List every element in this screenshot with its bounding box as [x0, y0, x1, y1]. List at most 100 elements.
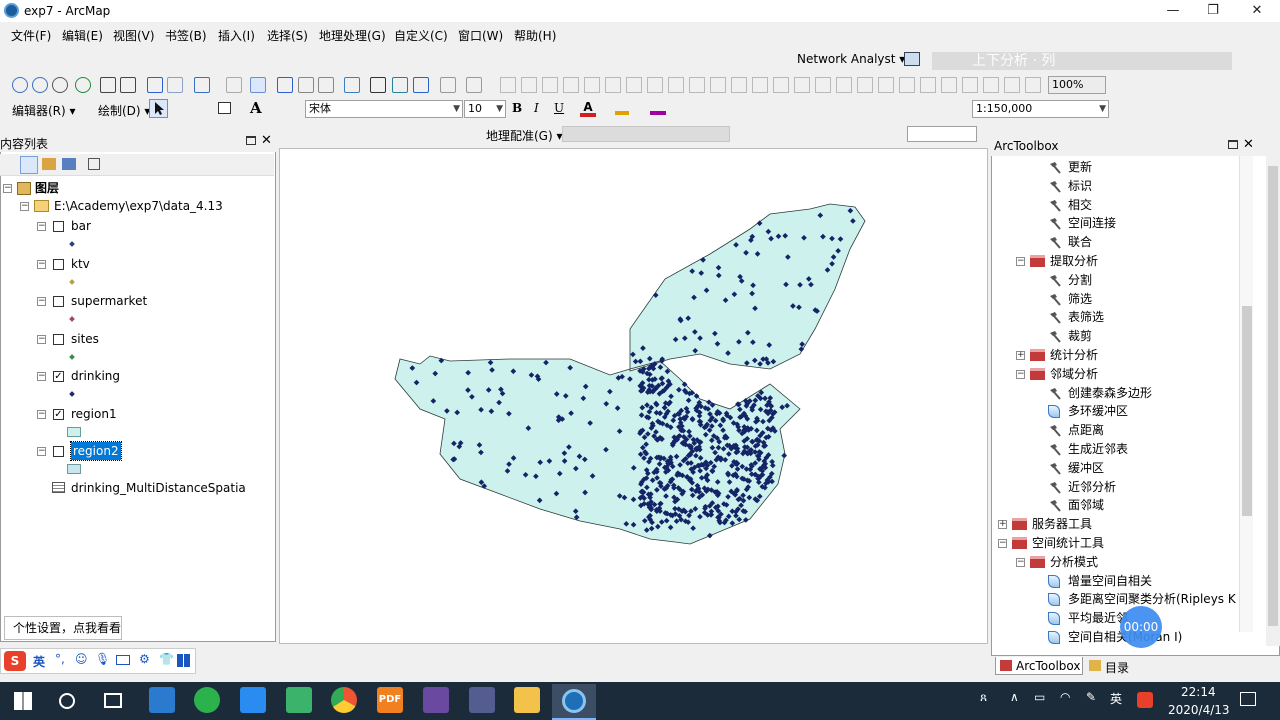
time-slider-icon[interactable]: [440, 77, 456, 93]
scroll-thumb[interactable]: [1242, 306, 1252, 516]
disabled-tool-icon[interactable]: [500, 77, 516, 93]
georeferencing-dropdown[interactable]: 地理配准(G) ▾: [486, 127, 563, 144]
expander-21[interactable]: −: [1016, 557, 1025, 567]
map-horizontal-scrollbar[interactable]: [279, 644, 988, 658]
layer-checkbox-sites[interactable]: [53, 333, 64, 345]
map-canvas[interactable]: [280, 149, 989, 645]
draw-dropdown[interactable]: 绘制(D) ▾: [98, 102, 150, 119]
disabled-tool-icon[interactable]: [941, 77, 957, 93]
disabled-tool-icon[interactable]: [1004, 77, 1020, 93]
arctoolbox-item[interactable]: 创建泰森多边形: [1068, 384, 1152, 403]
minimize-button[interactable]: —: [1158, 2, 1188, 20]
disabled-tool-icon[interactable]: [878, 77, 894, 93]
expander-5[interactable]: −: [1016, 257, 1025, 266]
sogou-logo-icon[interactable]: S: [4, 651, 26, 671]
disabled-tool-icon[interactable]: [668, 77, 684, 93]
clock-time[interactable]: 22:14: [1181, 685, 1216, 699]
layer-expander-ktv[interactable]: −: [37, 259, 46, 269]
notification-icon[interactable]: [1240, 692, 1256, 706]
pen-icon[interactable]: ✎: [1086, 690, 1096, 704]
arctoolbox-item[interactable]: 生成近邻表: [1068, 440, 1128, 459]
network-analyst-dropdown[interactable]: Network Analyst ▾: [797, 52, 905, 66]
arctoolbox-item[interactable]: 空间连接: [1068, 214, 1116, 233]
measure-icon[interactable]: [344, 77, 360, 93]
identify-icon[interactable]: [277, 77, 293, 93]
toc-table[interactable]: drinking_MultiDistanceSpatia: [71, 479, 246, 497]
create-viewer-icon[interactable]: [466, 77, 482, 93]
back-icon[interactable]: [147, 77, 163, 93]
menu-view[interactable]: 视图(V): [113, 27, 155, 44]
line-color-icon[interactable]: [650, 101, 666, 115]
keyboard-icon[interactable]: [116, 655, 130, 665]
disabled-tool-icon[interactable]: [689, 77, 705, 93]
battery-icon[interactable]: ▭: [1034, 690, 1045, 704]
menu-selection[interactable]: 选择(S): [267, 27, 308, 44]
arctoolbox-item[interactable]: 近邻分析: [1068, 478, 1116, 497]
disabled-tool-icon[interactable]: [731, 77, 747, 93]
arctoolbox-item[interactable]: 分割: [1068, 271, 1092, 290]
arctoolbox-item[interactable]: 邻域分析: [1050, 365, 1098, 384]
disabled-tool-icon[interactable]: [962, 77, 978, 93]
sogou-tray-icon[interactable]: [1137, 692, 1153, 708]
list-by-drawing-order-icon[interactable]: [20, 156, 38, 174]
menu-edit[interactable]: 编辑(E): [62, 27, 103, 44]
expander-10[interactable]: +: [1016, 351, 1025, 360]
arctoolbox-item[interactable]: 标识: [1068, 177, 1092, 196]
select-features-icon[interactable]: [194, 77, 210, 93]
taskbar-lang[interactable]: 英: [1110, 690, 1122, 707]
font-color-icon[interactable]: A: [580, 100, 596, 117]
arctoolbox-item[interactable]: 点距离: [1068, 421, 1104, 440]
layer-expander-drinking[interactable]: −: [37, 372, 46, 381]
find-route-icon[interactable]: [392, 77, 408, 93]
pdf-app-icon[interactable]: PDF: [377, 687, 403, 713]
expander-11[interactable]: −: [1016, 369, 1025, 379]
layer-checkbox-ktv[interactable]: [53, 258, 64, 270]
arctoolbox-item[interactable]: 多距离空间聚类分析(Ripleys K 函: [1068, 590, 1252, 609]
full-extent-icon[interactable]: [75, 77, 91, 93]
layer-expander-region1[interactable]: −: [37, 409, 46, 419]
layer-name-sites[interactable]: sites: [71, 330, 99, 348]
arctoolbox-close-icon[interactable]: ✕: [1243, 137, 1254, 152]
select-elements-button[interactable]: [149, 99, 168, 118]
layer-name-supermarket[interactable]: supermarket: [71, 292, 147, 310]
disabled-tool-icon[interactable]: [605, 77, 621, 93]
disabled-tool-icon[interactable]: [626, 77, 642, 93]
layer-checkbox-region2[interactable]: [53, 446, 64, 457]
computer-app-icon[interactable]: [149, 687, 175, 713]
search-icon[interactable]: [59, 693, 75, 709]
tab-catalog[interactable]: 目录: [1087, 657, 1137, 675]
font-combo[interactable]: 宋体 ▼: [305, 100, 463, 118]
tab-arctoolbox[interactable]: ArcToolbox: [995, 657, 1083, 675]
disabled-tool-icon[interactable]: [521, 77, 537, 93]
ime-tooltip[interactable]: 个性设置，点我看看: [4, 616, 122, 640]
arctoolbox-item[interactable]: 相交: [1068, 196, 1092, 215]
arctoolbox-item[interactable]: 筛选: [1068, 290, 1092, 309]
toc-close-icon[interactable]: ✕: [261, 133, 272, 148]
zoom-in-icon[interactable]: [12, 77, 28, 93]
arctoolbox-item[interactable]: 面邻域: [1068, 496, 1104, 515]
arctoolbox-item[interactable]: 分析模式: [1050, 553, 1098, 572]
spreadsheet-app-icon[interactable]: [286, 687, 312, 713]
task-view-icon[interactable]: [104, 693, 122, 708]
window-vertical-scrollbar[interactable]: [1266, 156, 1280, 646]
arctoolbox-item[interactable]: 服务器工具: [1032, 515, 1092, 534]
layer-checkbox-drinking[interactable]: ✓: [53, 371, 64, 382]
layer-name-region2[interactable]: region2: [70, 441, 122, 461]
file-explorer-icon[interactable]: [514, 687, 540, 713]
disabled-tool-icon[interactable]: [752, 77, 768, 93]
layer-checkbox-supermarket[interactable]: [53, 296, 64, 307]
disabled-tool-icon[interactable]: [584, 77, 600, 93]
disabled-tool-icon[interactable]: [899, 77, 915, 93]
fixed-zoom-in-icon[interactable]: [100, 77, 116, 93]
windows-start-icon[interactable]: [14, 692, 32, 710]
layer-expander-region2[interactable]: −: [37, 447, 46, 456]
disabled-tool-icon[interactable]: [647, 77, 663, 93]
arctoolbox-item[interactable]: 增量空间自相关: [1068, 572, 1152, 591]
layers-expander[interactable]: −: [3, 184, 12, 193]
goto-xy-icon[interactable]: [413, 77, 429, 93]
layer-expander-bar[interactable]: −: [37, 222, 46, 231]
window-scroll-thumb[interactable]: [1268, 166, 1278, 626]
microphone-icon[interactable]: 🎙: [95, 652, 110, 666]
arctoolbox-item[interactable]: 平均最近邻: [1068, 609, 1128, 628]
zoom-percent-combo[interactable]: 100%: [1048, 76, 1106, 94]
